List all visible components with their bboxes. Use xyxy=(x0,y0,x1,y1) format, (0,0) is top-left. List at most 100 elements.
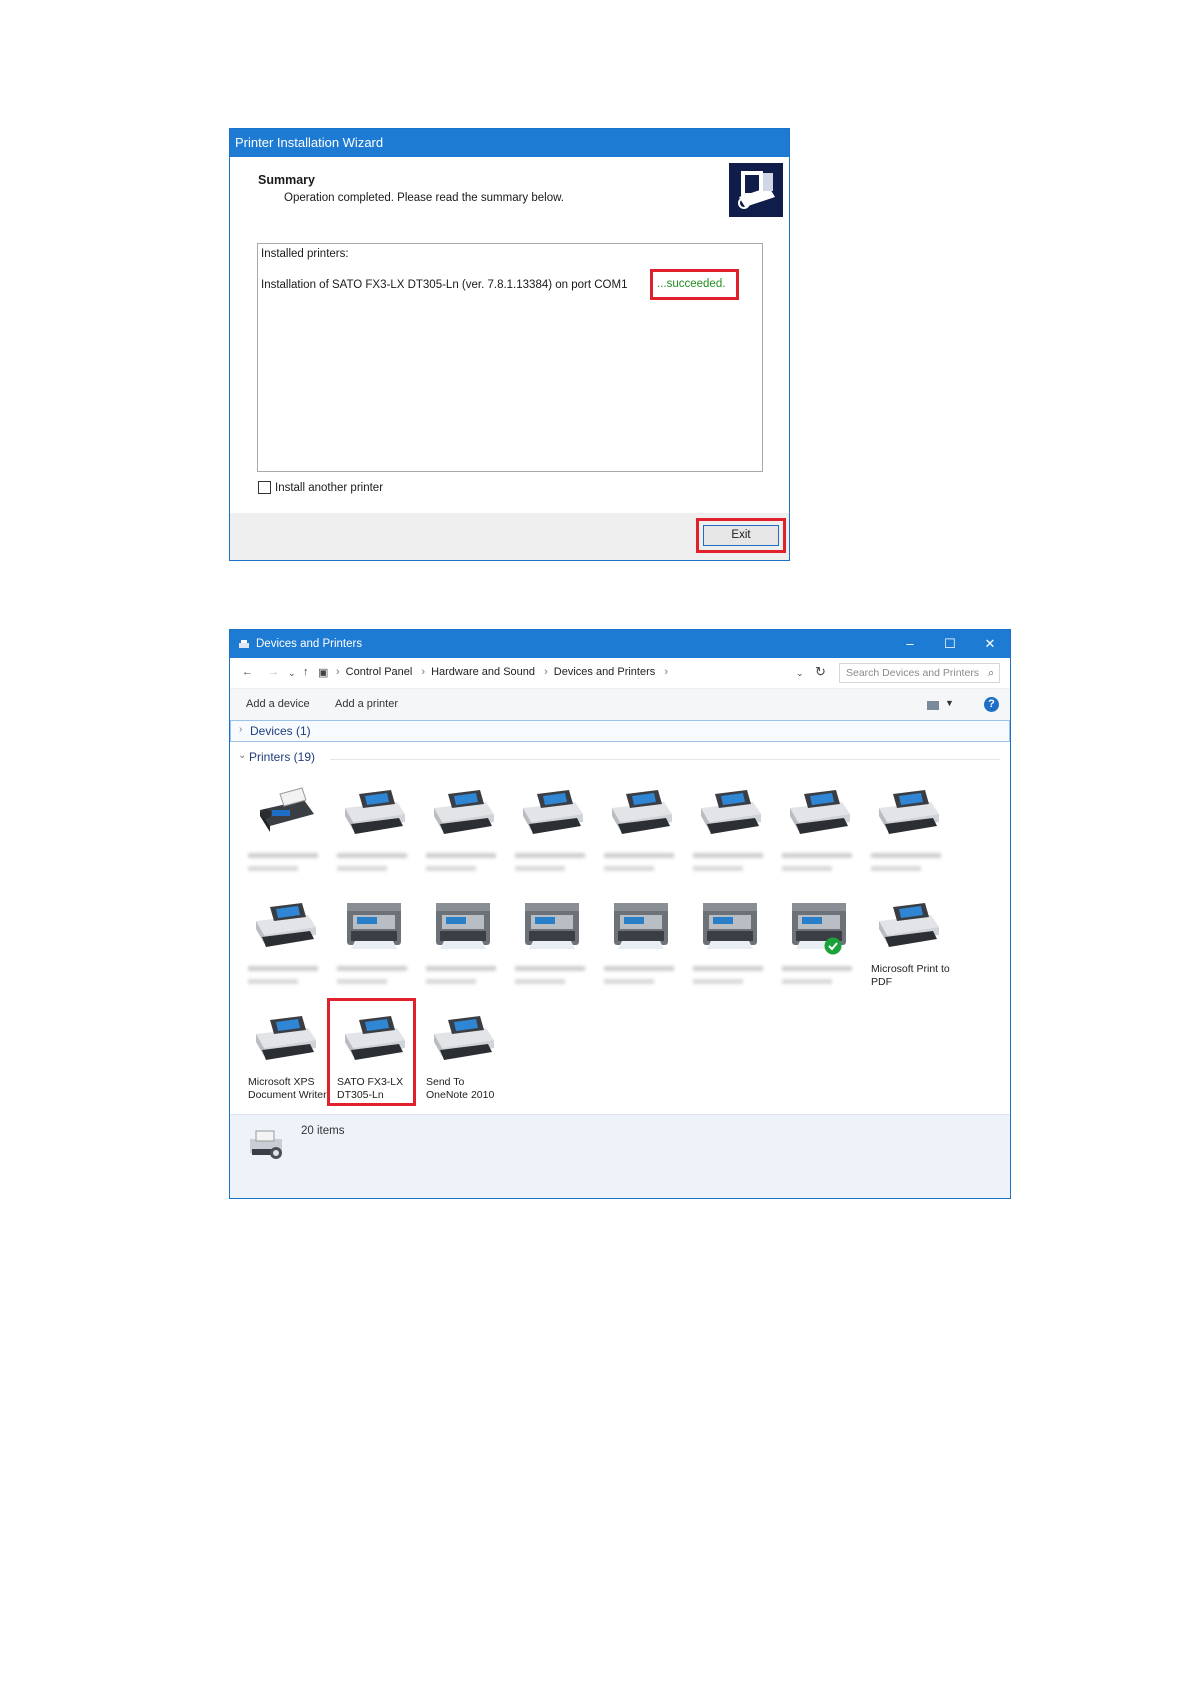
printer-icon xyxy=(612,790,672,834)
printer-tile[interactable]: Microsoft Print to PDF xyxy=(863,887,950,997)
printer-label-redacted xyxy=(426,850,502,874)
exit-highlight: Exit xyxy=(696,518,786,553)
breadcrumb-control-panel[interactable]: Control Panel xyxy=(346,666,413,678)
breadcrumb[interactable]: › Control Panel › Hardware and Sound › Devi… xyxy=(330,666,674,678)
printer-icon xyxy=(701,790,761,834)
printer-label-redacted xyxy=(515,850,591,874)
breadcrumb-devices-and-printers[interactable]: Devices and Printers xyxy=(554,666,656,678)
command-bar: Add a device Add a printer ▼ ? xyxy=(230,689,1010,721)
printer-label-redacted xyxy=(248,850,324,874)
printer-label-redacted xyxy=(248,963,324,987)
search-placeholder: Search Devices and Printers xyxy=(846,667,980,679)
minimize-button[interactable]: – xyxy=(890,630,930,658)
printer-tile[interactable]: Microsoft XPS Document Writer xyxy=(240,1000,327,1110)
printer-tile[interactable] xyxy=(329,774,415,884)
mfp-icon xyxy=(703,903,757,949)
address-bar: ← → ⌄ ↑ ▣ › Control Panel › Hardware and S… xyxy=(230,658,1010,689)
printer-tile[interactable] xyxy=(685,887,771,997)
default-printer-check-icon xyxy=(824,937,842,955)
printer-icon xyxy=(256,1016,316,1060)
chevron-right-icon: › xyxy=(239,724,243,735)
refresh-icon[interactable]: ↻ xyxy=(815,664,826,680)
printer-label: Microsoft XPS Document Writer xyxy=(248,1076,327,1101)
window-title: Devices and Printers xyxy=(256,638,363,650)
breadcrumb-hardware-and-sound[interactable]: Hardware and Sound xyxy=(431,666,535,678)
printer-tile[interactable]: Send To OneNote 2010 xyxy=(418,1000,504,1110)
printer-tile[interactable] xyxy=(774,774,860,884)
printer-label-redacted xyxy=(693,963,769,987)
printers-group-header[interactable]: ⌄ Printers (19) xyxy=(230,747,1010,769)
printer-tile[interactable] xyxy=(240,887,326,997)
summary-subtitle: Operation completed. Please read the sum… xyxy=(284,192,564,204)
devices-group-header[interactable]: › Devices (1) xyxy=(230,720,1010,742)
printer-icon xyxy=(879,903,939,947)
recent-dropdown-icon[interactable]: ⌄ xyxy=(288,668,296,679)
item-count: 20 items xyxy=(301,1125,345,1137)
printer-icon xyxy=(434,790,494,834)
printer-label-redacted xyxy=(871,850,947,874)
printer-icon xyxy=(345,790,405,834)
search-icon[interactable]: ⌕ xyxy=(988,664,994,682)
up-arrow-icon[interactable]: ↑ xyxy=(303,666,309,678)
printer-tile[interactable] xyxy=(418,774,504,884)
install-another-row[interactable]: Install another printer xyxy=(258,481,383,494)
exit-button[interactable]: Exit xyxy=(703,525,779,546)
printer-tile[interactable] xyxy=(685,774,771,884)
printer-tile[interactable] xyxy=(240,774,326,884)
fax-icon xyxy=(260,787,314,832)
mfp-icon xyxy=(347,903,401,949)
window-titlebar: Devices and Printers – ☐ ✕ xyxy=(230,630,1010,658)
view-caret-icon[interactable]: ▼ xyxy=(945,698,954,708)
mfp-icon xyxy=(436,903,490,949)
printer-tile[interactable] xyxy=(774,887,860,997)
printer-tile[interactable] xyxy=(596,774,682,884)
printer-tile[interactable] xyxy=(507,774,593,884)
printer-tile[interactable] xyxy=(329,887,415,997)
status-bar: 20 items xyxy=(230,1114,1010,1198)
view-options-icon[interactable] xyxy=(927,701,939,710)
devices-group-label: Devices (1) xyxy=(250,724,311,738)
printer-label-redacted xyxy=(426,963,502,987)
devices-and-printers-window: Devices and Printers – ☐ ✕ ← → ⌄ ↑ ▣ › Co… xyxy=(229,629,1011,1199)
printer-wizard-logo-icon xyxy=(729,163,783,217)
address-dropdown-icon[interactable]: ⌄ xyxy=(796,668,804,679)
forward-arrow-icon[interactable]: → xyxy=(268,666,279,678)
window-controls: – ☐ ✕ xyxy=(890,630,1010,658)
printer-label-redacted xyxy=(693,850,769,874)
devices-printers-large-icon xyxy=(250,1130,282,1159)
chevron-down-icon: ⌄ xyxy=(238,750,247,761)
printer-icon xyxy=(256,903,316,947)
summary-heading: Summary xyxy=(258,173,315,187)
printer-icon xyxy=(523,790,583,834)
mfp-icon xyxy=(525,903,579,949)
wizard-title: Printer Installation Wizard xyxy=(230,129,789,157)
search-input[interactable]: Search Devices and Printers ⌕ xyxy=(839,663,1000,683)
installed-printers-label: Installed printers: xyxy=(261,248,349,260)
printer-icon xyxy=(879,790,939,834)
printer-label-redacted xyxy=(604,850,680,874)
printers-group-label: Printers (19) xyxy=(249,750,316,764)
printer-tile[interactable] xyxy=(418,887,504,997)
printer-label-redacted xyxy=(337,850,413,874)
add-device-button[interactable]: Add a device xyxy=(246,698,310,710)
printer-icon xyxy=(434,1016,494,1060)
help-icon[interactable]: ? xyxy=(984,697,999,712)
add-printer-button[interactable]: Add a printer xyxy=(335,698,398,710)
printer-tile[interactable] xyxy=(507,887,593,997)
printer-label-redacted xyxy=(782,850,858,874)
printer-icon xyxy=(790,790,850,834)
printer-label-redacted xyxy=(337,963,413,987)
printer-label-redacted xyxy=(604,963,680,987)
group-divider xyxy=(330,759,1000,760)
summary-box: Installed printers: Installation of SATO… xyxy=(257,243,763,472)
control-panel-icon: ▣ xyxy=(318,667,329,679)
close-button[interactable]: ✕ xyxy=(970,630,1010,658)
maximize-button[interactable]: ☐ xyxy=(930,630,970,658)
mfp-icon xyxy=(614,903,668,949)
install-another-checkbox[interactable] xyxy=(258,481,271,494)
printer-tile[interactable] xyxy=(863,774,949,884)
printer-tile[interactable] xyxy=(596,887,682,997)
installation-line: Installation of SATO FX3-LX DT305-Ln (ve… xyxy=(261,279,628,291)
installation-status: ...succeeded. xyxy=(650,269,739,300)
back-arrow-icon[interactable]: ← xyxy=(242,666,253,678)
